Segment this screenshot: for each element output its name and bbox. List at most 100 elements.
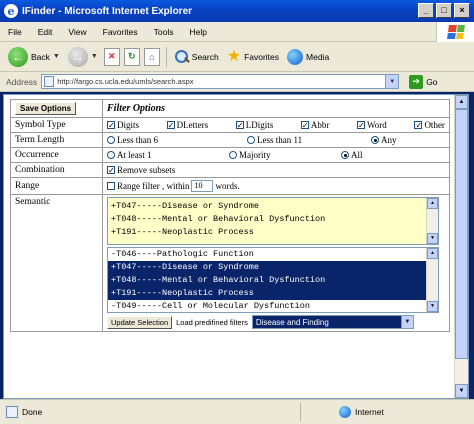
option-label: Other xyxy=(424,120,445,130)
toolbar: ← Back ▼ → ▼ ✕ ↻ ⌂ Search ★ Favorites Me… xyxy=(0,42,474,72)
option-label: Any xyxy=(381,135,397,145)
scroll-down-icon[interactable]: ▼ xyxy=(427,233,438,244)
stop-button[interactable]: ✕ xyxy=(103,47,120,66)
range-label: Range xyxy=(10,177,103,195)
list-item[interactable]: +T047-----Disease or Syndrome xyxy=(108,261,438,274)
favorites-button[interactable]: ★ Favorites xyxy=(225,47,281,65)
range-words-input[interactable]: 10 xyxy=(191,180,214,192)
address-input[interactable]: http://fargo.cs.ucla.edu/umls/search.asp… xyxy=(41,74,400,89)
option-label: Less than 6 xyxy=(117,135,158,145)
term-any-option[interactable]: Any xyxy=(371,135,397,145)
checkbox[interactable]: ✓ xyxy=(414,121,423,130)
menu-view[interactable]: View xyxy=(68,27,86,37)
chevron-down-icon[interactable]: ▼ xyxy=(400,316,413,328)
status-bar: Done Internet xyxy=(0,399,474,424)
radio[interactable] xyxy=(247,136,255,144)
symbol-dletters-option[interactable]: ✓ DLetters xyxy=(166,120,209,130)
scroll-up-icon[interactable]: ▲ xyxy=(427,198,438,209)
list-item[interactable]: -T049-----Cell or Molecular Dysfunction xyxy=(108,300,438,312)
symbol-ldigits-option[interactable]: ✓ LDigits xyxy=(235,120,274,130)
home-button[interactable]: ⌂ xyxy=(143,47,160,66)
media-button[interactable]: Media xyxy=(285,48,331,65)
scroll-up-icon[interactable]: ▲ xyxy=(427,248,438,259)
symbol-digits-option[interactable]: ✓ Digits xyxy=(107,120,139,130)
menu-edit[interactable]: Edit xyxy=(38,27,53,37)
option-label: DLetters xyxy=(176,120,209,130)
checkbox[interactable]: ✓ xyxy=(357,121,366,130)
list-item[interactable]: -T046----Pathologic Function xyxy=(108,248,438,261)
scroll-up-icon[interactable]: ▲ xyxy=(455,95,468,109)
range-suffix: words. xyxy=(215,181,240,191)
radio[interactable] xyxy=(371,136,379,144)
favorites-label: Favorites xyxy=(244,51,280,62)
scrollbar[interactable]: ▲ ▼ xyxy=(426,248,438,312)
page-scrollbar[interactable]: ▲ ▼ xyxy=(454,95,468,398)
media-label: Media xyxy=(306,51,330,62)
menu-file[interactable]: File xyxy=(8,27,22,37)
menu-tools[interactable]: Tools xyxy=(154,27,174,37)
radio[interactable] xyxy=(341,151,349,159)
checkbox[interactable]: ✓ xyxy=(300,121,309,130)
option-label: LDigits xyxy=(245,120,274,130)
checkbox[interactable]: ✓ xyxy=(235,121,244,130)
update-selection-button[interactable]: Update Selection xyxy=(107,315,173,329)
option-label: Remove subsets xyxy=(117,165,176,175)
save-options-button[interactable]: Save Options xyxy=(15,102,77,115)
go-button[interactable]: ➔ Go xyxy=(409,74,438,89)
radio[interactable] xyxy=(107,151,115,159)
option-label: Word xyxy=(367,120,387,130)
predefined-filter-select[interactable]: Disease and Finding ▼ xyxy=(251,315,414,329)
term-length-label: Term Length xyxy=(10,132,103,148)
symbol-other-option[interactable]: ✓ Other xyxy=(414,120,445,130)
checkbox[interactable]: ✓ xyxy=(166,121,175,130)
occurrence-atleast1-option[interactable]: At least 1 xyxy=(107,150,229,160)
minimize-button[interactable]: _ xyxy=(418,3,434,18)
chevron-down-icon[interactable]: ▼ xyxy=(385,75,399,88)
term-length-options: Less than 6 Less than 11 Any xyxy=(107,135,445,145)
symbol-abbr-option[interactable]: ✓ Abbr xyxy=(300,120,329,130)
semantic-type-list[interactable]: -T046----Pathologic Function +T047-----D… xyxy=(107,247,439,313)
back-button[interactable]: ← Back ▼ xyxy=(6,46,62,67)
option-label: Majority xyxy=(239,150,271,160)
occurrence-majority-option[interactable]: Majority xyxy=(229,150,341,160)
menu-help[interactable]: Help xyxy=(189,27,206,37)
selected-type-item: +T047-----Disease or Syndrome xyxy=(111,201,259,211)
forward-button[interactable]: → ▼ xyxy=(66,46,100,67)
scroll-down-icon[interactable]: ▼ xyxy=(427,301,438,312)
forward-arrow-icon: → xyxy=(67,46,88,67)
chevron-down-icon: ▼ xyxy=(90,53,98,60)
radio[interactable] xyxy=(107,136,115,144)
occurrence-all-option[interactable]: All xyxy=(341,150,363,160)
scroll-down-icon[interactable]: ▼ xyxy=(455,384,468,398)
list-item[interactable]: +T191-----Neoplastic Process xyxy=(108,287,438,300)
close-button[interactable]: × xyxy=(454,3,470,18)
page-icon xyxy=(44,76,55,87)
checkbox[interactable] xyxy=(107,182,115,190)
option-label: Less than 11 xyxy=(257,135,303,145)
selected-semantic-types[interactable]: +T047-----Disease or Syndrome +T048-----… xyxy=(107,197,439,245)
load-filters-label: Load predifined filters xyxy=(176,317,248,327)
menu-bar: File Edit View Favorites Tools Help xyxy=(0,22,474,42)
maximize-button[interactable]: □ xyxy=(436,3,452,18)
scroll-thumb[interactable] xyxy=(455,109,468,359)
symbol-word-option[interactable]: ✓ Word xyxy=(357,120,387,130)
star-icon: ★ xyxy=(226,47,242,65)
checkbox[interactable]: ✓ xyxy=(107,121,115,130)
checkbox[interactable]: ✓ xyxy=(107,166,115,175)
combination-label: Combination xyxy=(10,162,103,178)
remove-subsets-option[interactable]: ✓ Remove subsets xyxy=(107,165,445,175)
option-label: At least 1 xyxy=(117,150,152,160)
radio[interactable] xyxy=(229,151,237,159)
range-filter-option[interactable]: Range filter , within 10 words. xyxy=(107,180,445,192)
scrollbar[interactable]: ▲ ▼ xyxy=(426,198,438,244)
page-status-icon xyxy=(6,406,18,418)
refresh-button[interactable]: ↻ xyxy=(123,47,140,66)
list-item[interactable]: +T048-----Mental or Behavioral Dysfuncti… xyxy=(108,274,438,287)
menu-favorites[interactable]: Favorites xyxy=(103,27,138,37)
search-button[interactable]: Search xyxy=(173,49,221,64)
symbol-type-label: Symbol Type xyxy=(10,117,103,133)
selected-type-item: +T191-----Neoplastic Process xyxy=(111,227,254,237)
term-lt6-option[interactable]: Less than 6 xyxy=(107,135,247,145)
window-title: IFinder - Microsoft Internet Explorer xyxy=(22,5,193,17)
term-lt11-option[interactable]: Less than 11 xyxy=(247,135,371,145)
